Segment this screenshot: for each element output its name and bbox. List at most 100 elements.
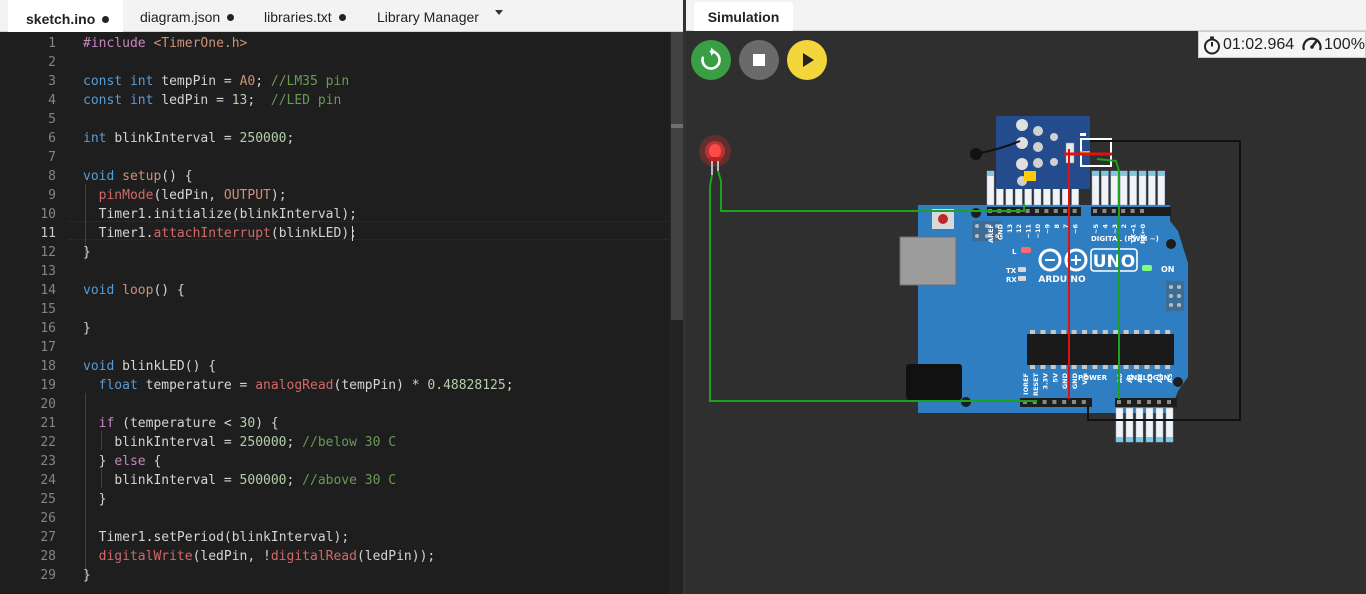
header-pin[interactable] (1127, 400, 1131, 404)
header-pin[interactable] (1111, 209, 1116, 213)
code-line[interactable]: 8 void setup() { (0, 167, 670, 186)
digital-pin-label: ~11 (1025, 224, 1033, 239)
line-text: #include <TimerOne.h> (83, 36, 248, 51)
line-text: const int tempPin = A0; //LM35 pin (83, 74, 350, 89)
line-number: 3 (48, 74, 56, 89)
app-root: sketch.ino diagram.json libraries.txt Li… (0, 0, 1366, 594)
header-pin[interactable] (1093, 209, 1097, 213)
tx-label: TX (1006, 267, 1017, 275)
header-pin[interactable] (1147, 400, 1151, 404)
header-pin[interactable] (1121, 209, 1126, 213)
header-pin[interactable] (1042, 400, 1047, 404)
header-pin[interactable] (1025, 209, 1030, 213)
code-line[interactable]: 18 void blinkLED() { (0, 357, 670, 376)
line-number: 17 (40, 340, 56, 355)
code-line[interactable]: 7 (0, 148, 670, 167)
code-line[interactable]: 9 pinMode(ledPin, OUTPUT); (0, 186, 670, 205)
code-line[interactable]: 25 } (0, 490, 670, 509)
icsp-header-right (1166, 281, 1184, 311)
code-line[interactable]: 22 blinkInterval = 250000; //below 30 C (0, 433, 670, 452)
digital-pin-label: ~5 (1092, 224, 1100, 234)
tab-diagram-json[interactable]: diagram.json (140, 0, 235, 32)
line-text: Timer1.setPeriod(blinkInterval); (98, 530, 350, 545)
header-pin[interactable] (1102, 209, 1107, 213)
line-number: 15 (40, 302, 56, 317)
editor-scrollbar-thumb[interactable] (671, 32, 683, 320)
line-number: 5 (48, 112, 56, 127)
header-pin[interactable] (1072, 400, 1076, 404)
line-number: 1 (48, 36, 56, 51)
tab-library-manager[interactable]: Library Manager (377, 0, 479, 32)
code-line[interactable]: 15 (0, 300, 670, 319)
unsaved-dot-icon (102, 16, 110, 23)
power-pin-label: IOREF (1022, 373, 1030, 395)
tab-sketch-ino[interactable]: sketch.ino (8, 0, 123, 32)
code-line[interactable]: 21 if (temperature < 30) { (0, 414, 670, 433)
code-line[interactable]: 17 (0, 338, 670, 357)
line-number: 19 (40, 378, 56, 393)
code-line[interactable]: 29} (0, 566, 670, 585)
header-pin[interactable] (1063, 209, 1068, 213)
arduino-uno-board[interactable]: UNO ARDUINO ON L TX RX DIGITAL (PWM ~) P… (899, 205, 1188, 413)
code-line[interactable]: 28 digitalWrite(ledPin, !digitalRead(led… (0, 547, 670, 566)
header-pin[interactable] (1044, 209, 1049, 213)
code-line[interactable]: 27 Timer1.setPeriod(blinkInterval); (0, 528, 670, 547)
line-number: 22 (40, 435, 56, 450)
line-number: 24 (40, 473, 56, 488)
header-pin[interactable] (1062, 400, 1067, 404)
line-text: } (83, 568, 91, 583)
code-line[interactable]: 12} (0, 243, 670, 262)
line-number: 23 (40, 454, 56, 469)
header-pin[interactable] (1140, 209, 1144, 213)
line-number: 8 (48, 169, 56, 184)
header-pin[interactable] (1167, 400, 1171, 404)
code-line[interactable]: 6 int blinkInterval = 250000; (0, 129, 670, 148)
header-pin[interactable] (1081, 400, 1086, 404)
chevron-down-icon[interactable] (495, 10, 503, 15)
red-led[interactable] (699, 135, 731, 175)
usb-port (900, 237, 956, 285)
tab-simulation[interactable]: Simulation (694, 2, 793, 31)
line-text: } (83, 321, 91, 336)
code-line[interactable]: 5 (0, 110, 670, 129)
line-number: 26 (40, 511, 56, 526)
code-editor[interactable]: 1 #include <TimerOne.h> 2 3 const int tempPi… (0, 32, 683, 594)
code-line[interactable]: 24 blinkInterval = 500000; //above 30 C (0, 471, 670, 490)
circuit-canvas[interactable]: UNO ARDUINO ON L TX RX DIGITAL (PWM ~) P… (686, 31, 1366, 594)
header-pin[interactable] (1072, 209, 1077, 213)
header-pin[interactable] (1117, 400, 1121, 404)
code-line[interactable]: 11 Timer1.attachInterrupt(blinkLED); (0, 224, 670, 243)
code-line[interactable]: 26 (0, 509, 670, 528)
sensor-probe-icon (970, 148, 982, 160)
code-line[interactable]: 20 (0, 395, 670, 414)
code-line[interactable]: 2 (0, 53, 670, 72)
tab-libraries-txt[interactable]: libraries.txt (264, 0, 346, 32)
digital-pin-label: AREF (987, 224, 995, 243)
header-pin[interactable] (1157, 400, 1161, 404)
board-name-label: ARDUINO (1038, 275, 1086, 285)
code-line[interactable]: 10 Timer1.initialize(blinkInterval); (0, 205, 670, 224)
simulation-tab-bar: Simulation (686, 0, 1366, 31)
header-pin[interactable] (1137, 400, 1141, 404)
code-line[interactable]: 23 } else { (0, 452, 670, 471)
header-pin[interactable] (1052, 400, 1057, 404)
digital-pin-label: TX→1 (1130, 224, 1138, 244)
analog-pin-label: A2 (1136, 373, 1144, 383)
code-line[interactable]: 4 const int ledPin = 13; //LED pin (0, 91, 670, 110)
code-line[interactable]: 14 void loop() { (0, 281, 670, 300)
editor-tab-bar: sketch.ino diagram.json libraries.txt Li… (0, 0, 683, 32)
line-text: } (98, 492, 107, 507)
code-line[interactable]: 3 const int tempPin = A0; //LM35 pin (0, 72, 670, 91)
code-line[interactable]: 16} (0, 319, 670, 338)
code-line[interactable]: 19 float temperature = analogRead(tempPi… (0, 376, 670, 395)
line-number: 10 (40, 207, 56, 222)
code-line[interactable]: 13 (0, 262, 670, 281)
header-pin[interactable] (1053, 209, 1058, 213)
header-pin[interactable] (1130, 209, 1135, 213)
code-line[interactable]: 1 #include <TimerOne.h> (0, 34, 670, 53)
header-pin[interactable] (1035, 209, 1039, 213)
line-text: pinMode(ledPin, OUTPUT); (98, 188, 287, 203)
digital-pin-label: ~6 (1072, 224, 1080, 234)
text-caret (352, 226, 353, 241)
line-number: 4 (48, 93, 56, 108)
